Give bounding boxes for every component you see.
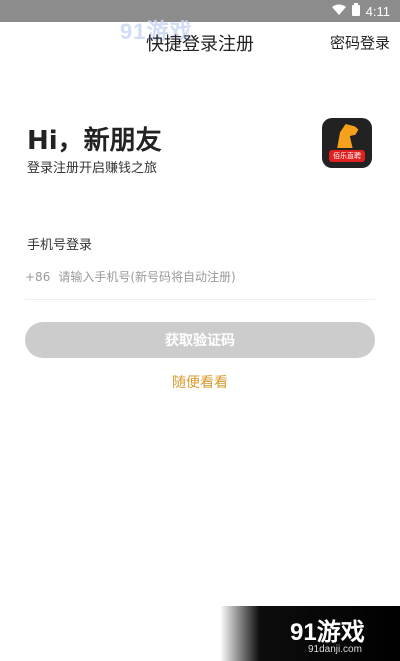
status-bar: 4:11 — [0, 0, 400, 22]
watermark-brand: 91游戏 — [290, 619, 365, 646]
status-time: 4:11 — [365, 3, 390, 19]
browse-link[interactable]: 随便看看 — [0, 372, 400, 392]
horse-icon — [337, 124, 360, 148]
watermark-url: 91danji.com — [308, 644, 362, 655]
logo-text: 佰乐直聘 — [329, 150, 365, 162]
watermark-bottom: 91游戏 91danji.com — [220, 606, 400, 661]
phone-login-label: 手机号登录 — [27, 238, 93, 253]
greeting-subtitle: 登录注册开启赚钱之旅 — [27, 161, 158, 176]
phone-input[interactable] — [58, 270, 339, 284]
wifi-icon — [331, 4, 346, 19]
password-login-link[interactable]: 密码登录 — [330, 32, 390, 53]
app-logo: 佰乐直聘 — [322, 118, 372, 168]
battery-icon — [351, 3, 360, 19]
phone-input-row: +86 — [25, 270, 375, 300]
greeting-heading: Hi，新朋友 — [27, 126, 162, 156]
get-code-button[interactable]: 获取验证码 — [25, 322, 375, 358]
country-code[interactable]: +86 — [25, 270, 50, 284]
